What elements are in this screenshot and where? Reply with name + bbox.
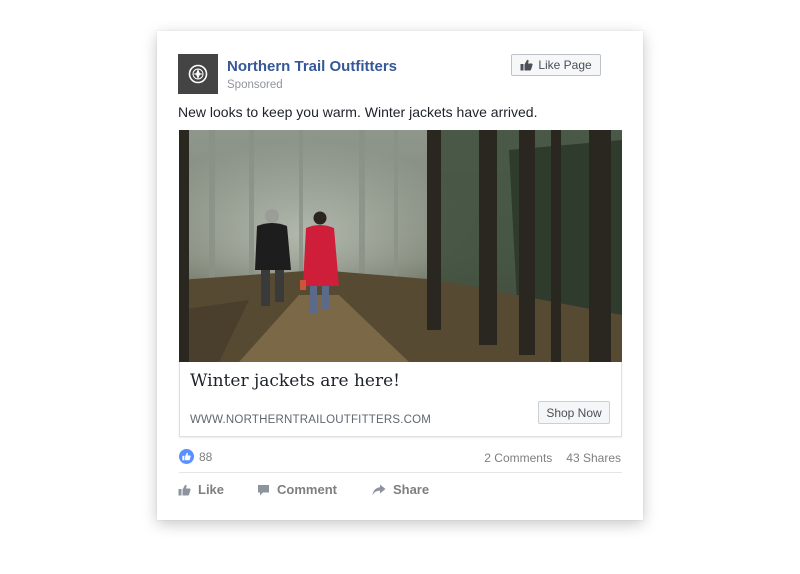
sponsored-post-card: Northern Trail Outfitters Sponsored Like… — [157, 31, 643, 520]
sponsored-label: Sponsored — [227, 79, 283, 91]
comment-action-button[interactable]: Comment — [257, 482, 337, 497]
link-preview[interactable]: Winter jackets are here! WWW.NORTHERNTRA… — [179, 362, 622, 437]
page-avatar[interactable] — [178, 54, 218, 94]
like-page-button[interactable]: Like Page — [511, 54, 601, 76]
like-action-button[interactable]: Like — [178, 482, 224, 497]
like-reaction-icon — [179, 449, 194, 464]
like-page-label: Like Page — [538, 58, 592, 72]
reaction-count: 88 — [199, 449, 213, 464]
thumbs-up-icon — [178, 484, 191, 495]
share-action-button[interactable]: Share — [372, 482, 429, 497]
comment-action-label: Comment — [277, 482, 337, 497]
link-domain: WWW.NORTHERNTRAILOUTFITTERS.COM — [190, 414, 432, 426]
thumbs-up-icon — [520, 59, 533, 71]
page-name-link[interactable]: Northern Trail Outfitters — [227, 58, 397, 75]
reactions-summary[interactable]: 88 — [179, 449, 212, 464]
like-action-label: Like — [198, 482, 225, 497]
link-headline[interactable]: Winter jackets are here! — [190, 371, 400, 391]
post-actions-bar: Like Comment Share — [178, 482, 429, 497]
post-text: New looks to keep you warm. Winter jacke… — [178, 104, 538, 120]
share-arrow-icon — [372, 484, 386, 495]
shop-now-button[interactable]: Shop Now — [538, 401, 610, 424]
share-action-label: Share — [392, 482, 430, 497]
engagement-counts: 2 Comments 43 Shares — [484, 451, 621, 465]
comment-icon — [258, 484, 270, 495]
comments-count-link[interactable]: 2 Comments — [484, 451, 552, 465]
ad-hero-image[interactable] — [179, 130, 622, 362]
shares-count-link[interactable]: 43 Shares — [566, 451, 621, 465]
compass-logo-icon — [188, 64, 208, 84]
divider — [179, 472, 622, 473]
forest-walkers-photo — [179, 130, 622, 362]
